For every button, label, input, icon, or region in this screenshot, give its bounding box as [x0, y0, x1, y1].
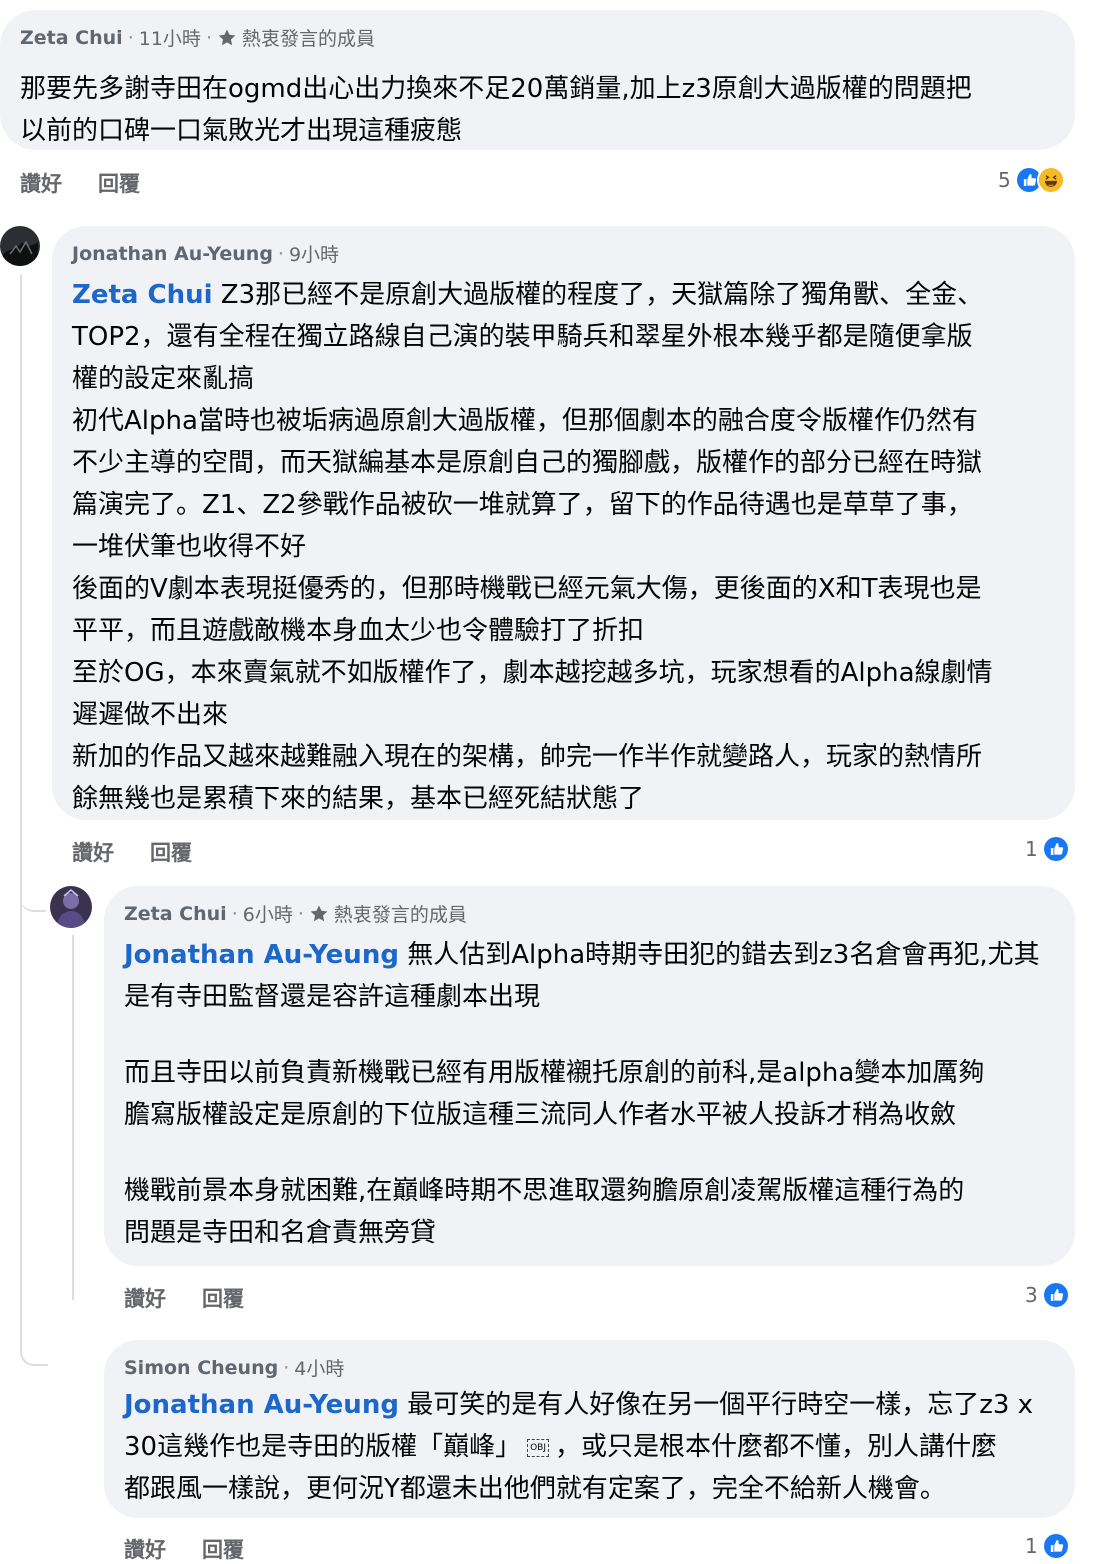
comment-line: 那要先多謝寺田在ogmd出心出力換來不足20萬銷量,加上z3原創大過版權的問題把: [20, 74, 972, 104]
like-icon: [1041, 1281, 1070, 1309]
like-button[interactable]: 讚好: [72, 837, 114, 867]
comment-line: 30這幾作也是寺田的版權「巔峰」 OBJ ，或只是根本什麼都不懂，別人講什麼: [124, 1426, 1065, 1468]
reply-button[interactable]: 回覆: [98, 168, 140, 198]
avatar[interactable]: [0, 226, 40, 266]
paragraph-break: [124, 1018, 1065, 1052]
comment-line: 篇演完了。Z1、Z2參戰作品被砍一堆就算了，留下的作品待遇也是草草了事，: [72, 490, 973, 520]
comment-time[interactable]: 11小時: [139, 24, 201, 51]
comment-line: 新加的作品又越來越難融入現在的架構，帥完一作半作就變路人，玩家的熱情所: [72, 742, 983, 772]
comment-meta: Zeta Chui · 6小時 · 熱衷發言的成員: [124, 900, 467, 927]
comment-line-text: 最可笑的是有人好像在另一個平行時空一樣，忘了z3 x: [407, 1390, 1034, 1420]
meta-separator: ·: [127, 26, 134, 49]
author-name[interactable]: Zeta Chui: [20, 27, 123, 49]
reply-button[interactable]: 回覆: [202, 1283, 244, 1313]
star-icon: [217, 28, 237, 48]
reaction-summary[interactable]: 5: [998, 166, 1065, 194]
comment-line: 餘無幾也是累積下來的結果，基本已經死結狀態了: [72, 784, 645, 814]
author-name[interactable]: Jonathan Au-Yeung: [72, 243, 273, 265]
mention-link[interactable]: Zeta Chui: [72, 280, 213, 310]
like-icon: [1041, 835, 1070, 863]
member-badge: 熱衷發言的成員: [241, 28, 375, 50]
mention-link[interactable]: Jonathan Au-Yeung: [124, 1390, 399, 1420]
mention-link[interactable]: Jonathan Au-Yeung: [124, 940, 399, 970]
comment-line: 初代Alpha當時也被垢病過原創大過版權，但那個劇本的融合度令版權作仍然有: [72, 406, 978, 436]
reaction-summary[interactable]: 1: [1025, 835, 1070, 863]
comment-line: 至於OG，本來賣氣就不如版權作了，劇本越挖越多坑，玩家想看的Alpha線劇情: [72, 658, 993, 688]
comment-line: 是有寺田監督還是容許這種劇本出現: [124, 982, 541, 1012]
comment-time[interactable]: 6小時: [243, 900, 293, 927]
comment-line: 不少主導的空間，而天獄編基本是原創自己的獨腳戲，版權作的部分已經在時獄: [72, 448, 983, 478]
thread-line-nested: [72, 935, 74, 1300]
comment-time[interactable]: 4小時: [294, 1354, 344, 1381]
comment-line: Jonathan Au-Yeung 無人估到Alpha時期寺田犯的錯去到z3名倉…: [124, 934, 1065, 976]
comment-line: 膽寫版權設定是原創的下位版這種三流同人作者水平被人投訴才稍為收斂: [124, 1100, 957, 1130]
meta-separator: ·: [231, 902, 238, 925]
comment-line: 權的設定來亂搞: [72, 364, 255, 394]
comment-line: 後面的V劇本表現挺優秀的，但那時機戰已經元氣大傷，更後面的X和T表現也是: [72, 574, 982, 604]
reaction-count: 1: [1025, 837, 1038, 861]
comment-line-text: Z3那已經不是原創大過版權的程度了，天獄篇除了獨角獸、全金、: [220, 280, 984, 310]
thread-line-main: [20, 275, 22, 1338]
star-icon: [309, 904, 329, 924]
comment-actions: 讚好 回覆: [20, 168, 140, 198]
comment-line: Jonathan Au-Yeung 最可笑的是有人好像在另一個平行時空一樣，忘了…: [124, 1384, 1065, 1426]
reaction-summary[interactable]: 3: [1025, 1281, 1070, 1309]
comment-bubble: Jonathan Au-Yeung · 9小時 Zeta Chui Z3那已經不…: [52, 226, 1075, 820]
comment-line: Zeta Chui Z3那已經不是原創大過版權的程度了，天獄篇除了獨角獸、全金、: [72, 274, 1065, 316]
comment-actions: 讚好 回覆: [72, 837, 192, 867]
comment-line: 機戰前景本身就困難,在巔峰時期不思進取還夠膽原創凌駕版權這種行為的: [124, 1176, 965, 1206]
author-name[interactable]: Zeta Chui: [124, 903, 227, 925]
comment-text: 那要先多謝寺田在ogmd出心出力換來不足20萬銷量,加上z3原創大過版權的問題把…: [20, 68, 1065, 152]
paragraph-break: [124, 1136, 1065, 1170]
comment-bubble: Zeta Chui · 11小時 · 熱衷發言的成員 那要先多謝寺田在ogmd出…: [0, 10, 1075, 150]
comment-meta: Jonathan Au-Yeung · 9小時: [72, 240, 339, 267]
comment-line: 問題是寺田和名倉責無旁貸: [124, 1218, 437, 1248]
member-badge: 熱衷發言的成員: [333, 904, 467, 926]
like-button[interactable]: 讚好: [124, 1534, 166, 1564]
thread-elbow-reply-3: [20, 1330, 48, 1366]
comment-line: 而且寺田以前負責新機戰已經有用版權襯托原創的前科,是alpha變本加厲夠: [124, 1058, 985, 1088]
like-button[interactable]: 讚好: [20, 168, 62, 198]
comment-line-text: 30這幾作也是寺田的版權「巔峰」: [124, 1432, 522, 1462]
meta-separator: ·: [297, 902, 304, 925]
reaction-count: 3: [1025, 1283, 1038, 1307]
comment-meta: Zeta Chui · 11小時 · 熱衷發言的成員: [20, 24, 375, 51]
meta-separator: ·: [283, 1356, 290, 1379]
reply-button[interactable]: 回覆: [202, 1534, 244, 1564]
meta-separator: ·: [205, 26, 212, 49]
comment-meta: Simon Cheung · 4小時: [124, 1354, 344, 1381]
comment-bubble: Simon Cheung · 4小時 Jonathan Au-Yeung 最可笑…: [104, 1340, 1075, 1518]
comment-line-text: 無人估到Alpha時期寺田犯的錯去到z3名倉會再犯,尤其: [407, 940, 1040, 970]
haha-icon: [1036, 166, 1065, 194]
comment-line: 都跟風一樣說，更何況Y都還未出他們就有定案了，完全不給新人機會。: [124, 1474, 946, 1504]
comment-text: Zeta Chui Z3那已經不是原創大過版權的程度了，天獄篇除了獨角獸、全金、…: [72, 274, 1065, 820]
like-button[interactable]: 讚好: [124, 1283, 166, 1313]
comment-text: Jonathan Au-Yeung 最可笑的是有人好像在另一個平行時空一樣，忘了…: [124, 1384, 1065, 1510]
reply-button[interactable]: 回覆: [150, 837, 192, 867]
comment-time[interactable]: 9小時: [289, 240, 339, 267]
meta-separator: ·: [277, 242, 284, 265]
comment-line: 平平，而且遊戲敵機本身血太少也令體驗打了折扣: [72, 616, 645, 646]
comment-bubble: Zeta Chui · 6小時 · 熱衷發言的成員 Jonathan Au-Ye…: [104, 886, 1075, 1266]
reaction-count: 5: [998, 168, 1011, 192]
comment-actions: 讚好 回覆: [124, 1283, 244, 1313]
comment-actions: 讚好 回覆: [124, 1534, 244, 1564]
object-placeholder-icon: OBJ: [527, 1438, 550, 1457]
author-name[interactable]: Simon Cheung: [124, 1357, 278, 1379]
comment-line: 以前的口碑一口氣敗光才出現這種疲態: [20, 116, 463, 146]
reaction-count: 1: [1025, 1534, 1038, 1558]
avatar[interactable]: [50, 886, 92, 928]
reaction-summary[interactable]: 1: [1025, 1532, 1070, 1560]
comment-line-text: ，或只是根本什麼都不懂，別人講什麼: [555, 1432, 998, 1462]
thread-elbow-reply-1: [20, 862, 46, 912]
comment-line: 一堆伏筆也收得不好: [72, 532, 307, 562]
comment-text: Jonathan Au-Yeung 無人估到Alpha時期寺田犯的錯去到z3名倉…: [124, 934, 1065, 1254]
comment-line: 遲遲做不出來: [72, 700, 229, 730]
comment-line: TOP2，還有全程在獨立路線自己演的裝甲騎兵和翠星外根本幾乎都是隨便拿版: [72, 322, 973, 352]
like-icon: [1041, 1532, 1070, 1560]
